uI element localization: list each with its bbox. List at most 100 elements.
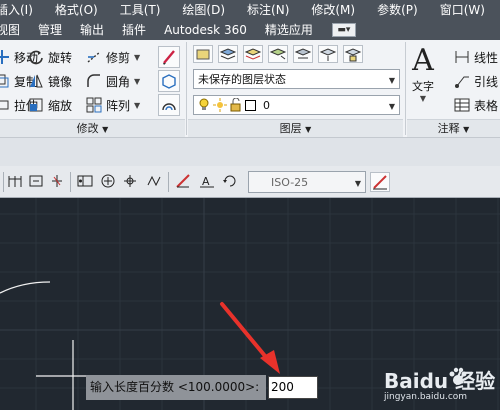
dim-update-icon[interactable] bbox=[222, 173, 238, 189]
leader-icon bbox=[454, 73, 470, 89]
linear-dimension-tool[interactable]: 线性 bbox=[454, 47, 498, 67]
text-label: 文字 bbox=[412, 80, 434, 93]
dim-text-edit-icon[interactable]: A bbox=[199, 173, 215, 189]
sun-icon bbox=[213, 98, 227, 112]
layer-lock-icon bbox=[344, 48, 362, 62]
dimension-style-value: ISO-25 bbox=[271, 175, 309, 189]
ribbon-panel: 移动 旋转 修剪 ▼ 复制 镜像 圆角 ▼ 拉伸 缩放 阵列 ▼ 修改 ▼ 未保… bbox=[0, 40, 500, 138]
table-tool[interactable]: 表格 bbox=[454, 95, 498, 115]
toolbar-grip bbox=[3, 172, 4, 192]
menu-window[interactable]: 窗口(W) bbox=[429, 0, 496, 20]
layer-state-dropdown[interactable]: 未保存的图层状态 ▼ bbox=[193, 69, 400, 89]
menu-modify[interactable]: 修改(M) bbox=[300, 0, 366, 20]
panel-separator bbox=[405, 42, 406, 135]
offset-icon bbox=[162, 103, 176, 111]
jogged-linear-icon[interactable] bbox=[146, 173, 162, 189]
dim-baseline-icon[interactable] bbox=[7, 173, 23, 189]
layer-properties-button[interactable] bbox=[193, 45, 213, 63]
toolbar-separator bbox=[70, 172, 71, 192]
current-layer-dropdown[interactable]: 0 ▼ bbox=[193, 95, 400, 115]
chevron-down-icon[interactable]: ▼ bbox=[134, 77, 140, 86]
chevron-down-icon: ▼ bbox=[388, 102, 395, 111]
table-label: 表格 bbox=[474, 98, 499, 113]
text-tool[interactable]: A 文字 ▼ bbox=[412, 43, 434, 104]
ribbon-toggle-button[interactable]: ▬▾ bbox=[331, 23, 356, 37]
toolbar-separator bbox=[168, 172, 169, 192]
text-a-icon: A bbox=[412, 43, 434, 78]
match-properties-button[interactable] bbox=[158, 46, 180, 68]
tab-featured-apps[interactable]: 精选应用 bbox=[256, 20, 322, 40]
center-mark-icon[interactable] bbox=[100, 173, 116, 189]
array-tool[interactable]: 阵列 ▼ bbox=[86, 95, 140, 115]
dim-style-icon bbox=[373, 175, 387, 190]
fillet-label: 圆角 bbox=[106, 74, 131, 89]
dimension-style-dropdown[interactable]: ISO-25 ▼ bbox=[248, 171, 366, 193]
tab-view[interactable]: 视图 bbox=[0, 20, 29, 40]
arc-entity[interactable] bbox=[0, 281, 51, 294]
scale-tool[interactable]: 缩放 bbox=[28, 95, 72, 115]
watermark-brand: Baidu 经验 bbox=[384, 369, 496, 393]
red-arrow-annotation bbox=[220, 302, 280, 374]
dim-space-icon[interactable] bbox=[28, 173, 44, 189]
layers-panel-title[interactable]: 图层 ▼ bbox=[188, 119, 403, 137]
explode-button[interactable] bbox=[158, 70, 180, 92]
layer-prev-button[interactable] bbox=[293, 45, 313, 63]
mirror-tool[interactable]: 镜像 bbox=[28, 71, 72, 91]
layer-match-icon bbox=[269, 48, 287, 60]
array-label: 阵列 bbox=[106, 98, 131, 113]
mirror-label: 镜像 bbox=[48, 74, 73, 89]
layer-isolate-button[interactable] bbox=[243, 45, 263, 63]
annotation-panel-title[interactable]: 注释 ▼ bbox=[407, 119, 500, 137]
layer-state-button[interactable] bbox=[218, 45, 238, 63]
panel-separator bbox=[186, 42, 187, 135]
modify-panel-title[interactable]: 修改 ▼ bbox=[0, 119, 185, 137]
rotate-tool[interactable]: 旋转 bbox=[28, 47, 72, 67]
offset-button[interactable] bbox=[158, 94, 180, 116]
watermark-url: jingyan.baidu.com bbox=[384, 392, 468, 402]
current-layer-value: 0 bbox=[263, 98, 270, 112]
chevron-down-icon[interactable]: ▼ bbox=[134, 53, 140, 62]
layer-previous-icon bbox=[294, 48, 312, 59]
menu-parameters[interactable]: 参数(P) bbox=[366, 0, 429, 20]
trim-tool[interactable]: 修剪 ▼ bbox=[86, 47, 140, 67]
scale-label: 缩放 bbox=[48, 98, 73, 113]
dimension-toolbar: A ISO-25 ▼ bbox=[0, 166, 500, 198]
layer-lock-button[interactable] bbox=[343, 45, 363, 63]
ribbon-gap bbox=[0, 138, 500, 166]
svg-text:A: A bbox=[202, 175, 210, 188]
menu-tools[interactable]: 工具(T) bbox=[109, 0, 172, 20]
rotate-icon bbox=[28, 49, 44, 65]
fillet-tool[interactable]: 圆角 ▼ bbox=[86, 71, 140, 91]
menu-format[interactable]: 格式(O) bbox=[44, 0, 109, 20]
cube-icon bbox=[162, 74, 176, 89]
brush-icon bbox=[163, 50, 175, 65]
dim-style-button[interactable] bbox=[370, 172, 390, 192]
tolerance-icon[interactable] bbox=[77, 173, 93, 189]
menu-draw[interactable]: 绘图(D) bbox=[171, 0, 236, 20]
stretch-icon bbox=[0, 97, 10, 113]
layer-walk-button[interactable] bbox=[318, 45, 338, 63]
menu-insert[interactable]: 插入(I) bbox=[0, 0, 44, 20]
lightbulb-icon bbox=[199, 98, 209, 110]
dynamic-input-prompt: 输入长度百分数 <100.0000>: bbox=[86, 375, 266, 400]
tab-autodesk-360[interactable]: Autodesk 360 bbox=[155, 20, 256, 40]
layer-match-button[interactable] bbox=[268, 45, 288, 63]
chevron-down-icon[interactable]: ▼ bbox=[134, 101, 140, 110]
layer-color-swatch bbox=[245, 99, 256, 111]
tab-manage[interactable]: 管理 bbox=[29, 20, 71, 40]
move-icon bbox=[0, 49, 10, 65]
leader-tool[interactable]: 引线 bbox=[454, 71, 498, 91]
dynamic-input-field[interactable]: 200 bbox=[268, 376, 318, 399]
chevron-down-icon: ▼ bbox=[419, 94, 427, 103]
inspection-icon[interactable] bbox=[122, 173, 138, 189]
tab-plugins[interactable]: 插件 bbox=[113, 20, 155, 40]
menu-dimension[interactable]: 标注(N) bbox=[236, 0, 300, 20]
unlock-icon bbox=[230, 98, 241, 112]
array-icon bbox=[86, 97, 102, 113]
layer-state-value: 未保存的图层状态 bbox=[198, 73, 286, 86]
linear-label: 线性 bbox=[474, 50, 499, 65]
copy-icon bbox=[0, 73, 10, 89]
dim-break-icon[interactable] bbox=[49, 173, 65, 189]
dim-edit-icon[interactable] bbox=[175, 173, 191, 189]
tab-output[interactable]: 输出 bbox=[71, 20, 113, 40]
